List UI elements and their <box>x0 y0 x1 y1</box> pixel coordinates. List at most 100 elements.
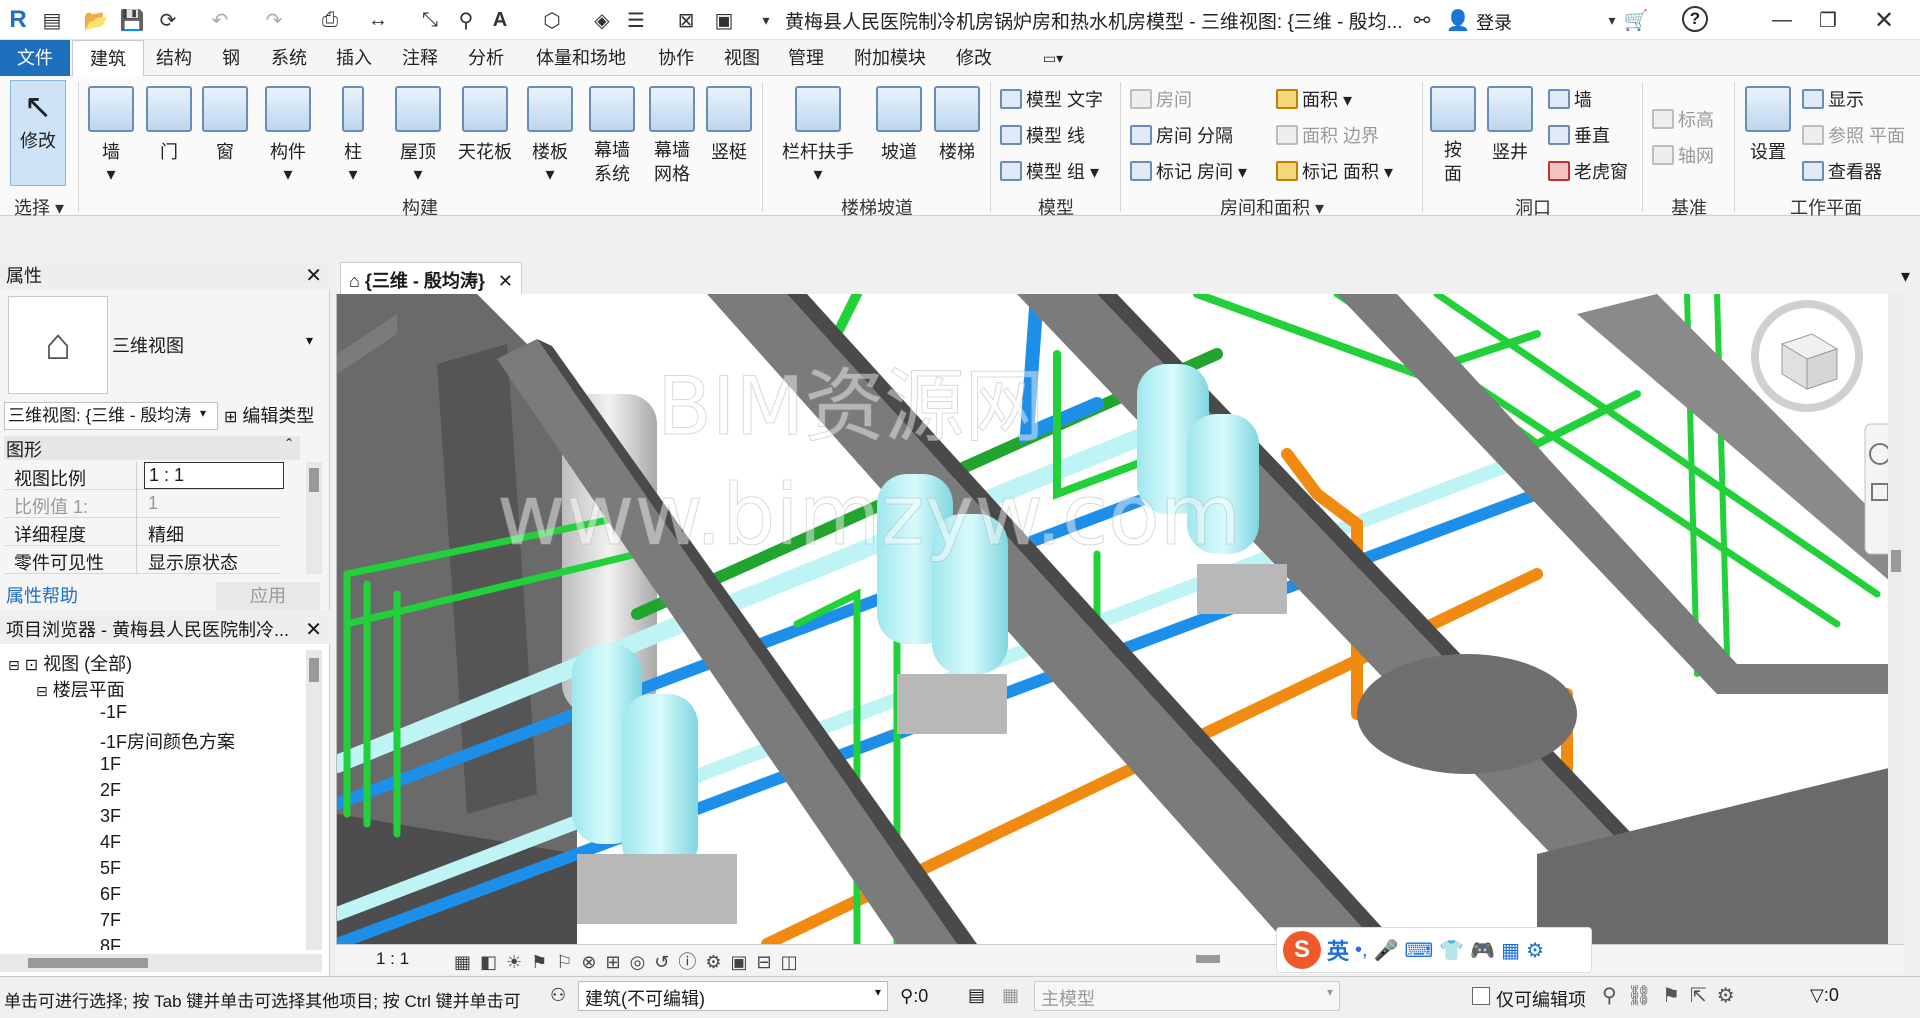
sync-icon[interactable]: ⟳ <box>154 7 182 33</box>
user-icon[interactable]: 👤 <box>1444 7 1472 33</box>
room-separator-button[interactable]: 房间 分隔 <box>1130 122 1233 148</box>
undo-icon[interactable]: ↶ <box>206 7 234 33</box>
tree-item[interactable]: -1F <box>100 702 127 723</box>
tab-steel[interactable]: 钢 <box>210 40 252 76</box>
vertical-opening-button[interactable]: 垂直 <box>1548 122 1610 148</box>
roof-button[interactable]: 屋顶 ▾ <box>390 86 446 185</box>
punctuation-icon[interactable]: •, <box>1355 939 1368 962</box>
wall-button[interactable]: 墙 ▾ <box>86 86 136 185</box>
view-tabs-menu-icon[interactable]: ▾ <box>1901 266 1910 287</box>
print-icon[interactable]: ⎙ <box>316 7 344 33</box>
game-icon[interactable]: 🎮 <box>1470 938 1495 963</box>
ref-plane-button[interactable]: 参照 平面 <box>1802 122 1905 148</box>
browser-hscrollbar[interactable] <box>0 954 322 972</box>
cart-icon[interactable]: 🛒 <box>1622 7 1650 33</box>
mullion-button[interactable]: 竖梃 <box>704 86 754 164</box>
text-icon[interactable]: A <box>486 7 514 33</box>
rooms-group-label[interactable]: 房间和面积 ▾ <box>1122 194 1422 220</box>
ime-toolbar[interactable]: S 英 •, 🎤 ⌨ 👕 🎮 ▦ ⚙ <box>1276 927 1592 973</box>
tab-structure[interactable]: 结构 <box>148 40 200 76</box>
type-dropdown-icon[interactable]: ▾ <box>306 332 313 349</box>
curtain-system-button[interactable]: 幕墙 系统 <box>586 86 638 186</box>
3d-view-icon[interactable]: ⬡ <box>538 7 566 33</box>
view-scale-input[interactable]: 1 : 1 <box>144 462 284 489</box>
tree-item[interactable]: 1F <box>100 754 121 775</box>
file-icon[interactable]: ▤ <box>38 7 66 33</box>
customize-qat-icon[interactable]: ▾ <box>752 7 780 33</box>
close-hidden-icon[interactable]: ⊠ <box>672 7 700 33</box>
ramp-button[interactable]: 坡道 <box>874 86 924 164</box>
ceiling-button[interactable]: 天花板 <box>452 86 518 164</box>
editable-only-count[interactable]: ⚲:0 <box>900 986 928 1007</box>
modify-button[interactable]: ↖ 修改 <box>10 80 66 186</box>
tab-insert[interactable]: 插入 <box>328 40 380 76</box>
graphics-section[interactable]: 图形 ⌃ <box>4 436 300 460</box>
tab-systems[interactable]: 系统 <box>262 40 316 76</box>
login-link[interactable]: 登录 <box>1476 9 1512 35</box>
column-button[interactable]: 柱 ▾ <box>328 86 378 185</box>
browser-close-icon[interactable]: ✕ <box>305 616 322 644</box>
tab-annotate[interactable]: 注释 <box>394 40 446 76</box>
prop-row-detail-level[interactable]: 详细程度 精细 <box>4 518 280 546</box>
tree-floor-plans[interactable]: ⊟ 楼层平面 <box>36 676 125 702</box>
tree-item[interactable]: 6F <box>100 884 121 905</box>
filter-count[interactable]: ▽:0 <box>1810 985 1839 1006</box>
redo-icon[interactable]: ↷ <box>260 7 288 33</box>
help-icon[interactable]: ? <box>1682 6 1708 32</box>
measure-icon[interactable]: ↔ <box>364 7 392 33</box>
window-button[interactable]: 窗 <box>200 86 250 164</box>
ime-language-toggle[interactable]: 英 <box>1327 934 1349 966</box>
browser-vscrollbar[interactable] <box>306 650 322 950</box>
properties-scrollbar[interactable] <box>306 462 322 574</box>
tab-addins[interactable]: 附加模块 <box>844 40 936 76</box>
view-instance-select[interactable]: 三维视图: {三维 - 殷均涛 <box>4 402 218 430</box>
grid-button[interactable]: 轴网 <box>1652 142 1714 168</box>
tab-collaborate[interactable]: 协作 <box>650 40 702 76</box>
tree-item[interactable]: 8F <box>100 936 121 950</box>
workset-select[interactable]: 建筑(不可编辑) ▾ <box>578 981 888 1011</box>
microphone-icon[interactable]: 🎤 <box>1374 938 1399 963</box>
show-workplane-button[interactable]: 显示 <box>1802 86 1864 112</box>
tree-item[interactable]: 2F <box>100 780 121 801</box>
tree-item[interactable]: 3F <box>100 806 121 827</box>
tab-view[interactable]: 视图 <box>716 40 768 76</box>
area-button[interactable]: 面积 ▾ <box>1276 86 1352 112</box>
save-icon[interactable]: 💾 <box>118 7 146 33</box>
tag-area-button[interactable]: 标记 面积 ▾ <box>1276 158 1393 184</box>
edit-type-button[interactable]: ⊞ 编辑类型 <box>224 402 314 428</box>
wall-opening-button[interactable]: 墙 <box>1548 86 1592 112</box>
stair-button[interactable]: 楼梯 <box>932 86 982 164</box>
binoculars-icon[interactable]: ⚯ <box>1408 7 1436 33</box>
railing-button[interactable]: 栏杆扶手 ▾ <box>778 86 858 185</box>
tree-item[interactable]: 4F <box>100 832 121 853</box>
tab-modify[interactable]: 修改 <box>948 40 1000 76</box>
level-button[interactable]: 标高 <box>1652 106 1714 132</box>
view-cube[interactable] <box>1751 300 1863 412</box>
tag-icon[interactable]: ⚲ <box>452 7 480 33</box>
sogou-logo-icon[interactable]: S <box>1283 931 1321 969</box>
tab-analyze[interactable]: 分析 <box>460 40 512 76</box>
tab-architecture[interactable]: 建筑 <box>72 40 144 77</box>
tab-manage[interactable]: 管理 <box>780 40 832 76</box>
switch-windows-icon[interactable]: ▣ <box>710 7 738 33</box>
ribbon-toggle-icon[interactable]: ▭▾ <box>1032 40 1074 76</box>
properties-close-icon[interactable]: ✕ <box>305 262 322 290</box>
model-group-button[interactable]: 模型 组 ▾ <box>1000 158 1099 184</box>
close-icon[interactable]: ✕ <box>1870 7 1898 34</box>
properties-help-link[interactable]: 属性帮助 <box>6 582 78 608</box>
open-icon[interactable]: 📂 <box>82 7 110 33</box>
toolbox-icon[interactable]: ▦ <box>1501 938 1520 963</box>
component-button[interactable]: 构件 ▾ <box>260 86 316 185</box>
area-boundary-button[interactable]: 面积 边界 <box>1276 122 1379 148</box>
tree-item[interactable]: 5F <box>100 858 121 879</box>
tree-item[interactable]: -1F房间颜色方案 <box>100 728 235 754</box>
worksets-icon[interactable]: ⚇ <box>550 985 566 1006</box>
section-icon[interactable]: ◈ <box>588 7 616 33</box>
thin-lines-icon[interactable]: ☰ <box>622 7 650 33</box>
chevron-down-icon[interactable]: ▾ <box>200 406 206 420</box>
ime-settings-icon[interactable]: ⚙ <box>1526 938 1544 963</box>
minimize-icon[interactable]: — <box>1768 7 1796 33</box>
keyboard-icon[interactable]: ⌨ <box>1404 938 1433 963</box>
view-tab-close-icon[interactable]: ✕ <box>498 271 513 291</box>
design-option-icon[interactable]: ▦ <box>1002 985 1019 1006</box>
